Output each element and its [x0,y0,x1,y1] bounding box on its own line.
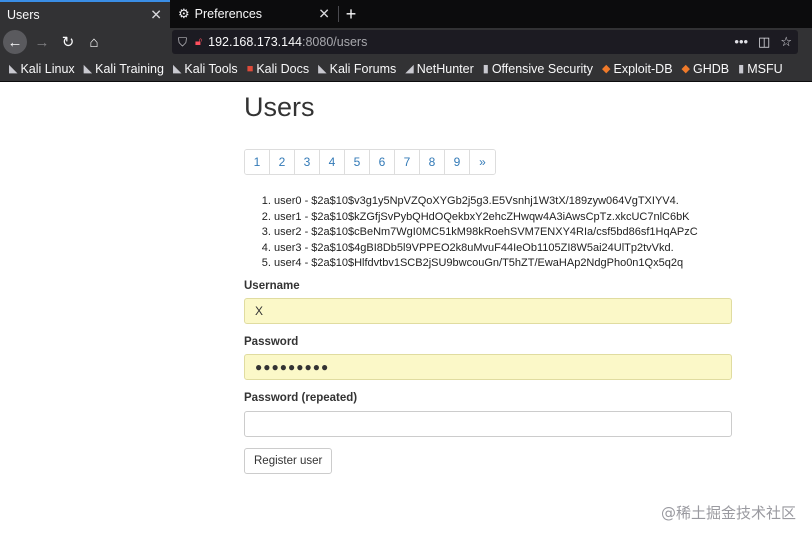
tab-preferences[interactable]: ⚙ Preferences ✕ [170,0,338,28]
shield-icon[interactable]: ⛉ [178,35,187,50]
password-label: Password [244,336,299,348]
page-link-2[interactable]: 2 [270,150,295,174]
bookmark-nethunter[interactable]: ◢ NetHunter [405,62,473,76]
bookmark-label: Kali Training [95,61,164,76]
bookmark-label: Kali Docs [256,61,310,76]
url-bar[interactable]: ⛉ 🔓︎ 192.168.173.144:8080/users ••• ◫ ☆ [172,30,798,54]
page-link-1[interactable]: 1 [245,150,270,174]
bookmarks-toolbar: ◣ Kali Linux ◣ Kali Training ◣ Kali Tools ■… [0,56,812,82]
tab-title: Preferences [194,7,263,21]
page-title: Users [244,92,315,122]
username-label: Username [244,280,300,292]
offsec-icon: ▮ [482,63,489,75]
kali-docs-icon: ■ [246,62,254,75]
password-repeat-label: Password (repeated) [244,392,358,404]
navigation-bar: ← → ↻ ⌂ ⛉ 🔓︎ 192.168.173.144:8080/users … [0,28,812,56]
bookmark-label: Kali Forums [329,61,397,76]
list-item: user1 - $2a$10$kZGfjSvPybQHdOQekbxY2ehcZ… [274,210,698,226]
kali-dragon-icon: ◣ [83,63,93,75]
bookmark-star-icon[interactable]: ☆ [780,34,792,50]
insecure-lock-icon[interactable]: 🔓︎ [195,36,202,49]
bookmark-label: Kali Tools [184,61,238,76]
page-link-3[interactable]: 3 [295,150,320,174]
reload-icon[interactable]: ↻ [57,31,79,53]
list-item: user2 - $2a$10$cBeNm7WgI0MC51kM98kRoehSV… [274,225,698,241]
bookmark-offensive-security[interactable]: ▮ Offensive Security [483,62,593,76]
bookmark-kali-docs[interactable]: ■ Kali Docs [247,62,309,76]
forward-icon[interactable]: → [31,31,53,53]
exploit-db-icon: ◆ [602,63,611,75]
page-link-7[interactable]: 7 [395,150,420,174]
list-item: user4 - $2a$10$Hlfdvtbv1SCB2jSU9bwcouGn/… [274,256,698,272]
password-repeat-input[interactable] [244,411,732,437]
register-user-button[interactable]: Register user [244,448,333,474]
bookmark-kali-linux[interactable]: ◣ Kali Linux [9,62,75,76]
password-input[interactable]: ●●●●●●●●● [244,354,732,380]
close-icon[interactable]: ✕ [318,6,330,23]
url-path: :8080/users [302,35,368,49]
nethunter-icon: ◢ [405,63,414,75]
close-icon[interactable]: ✕ [150,7,162,24]
new-tab-button[interactable]: + [339,0,363,28]
page-link-5[interactable]: 5 [345,150,370,174]
bookmark-label: GHDB [693,61,730,76]
bookmark-label: MSFU [747,61,783,76]
gear-icon: ⚙ [178,6,190,21]
more-actions-icon[interactable]: ••• [734,34,748,50]
user-list: user0 - $2a$10$v3g1y5NpVZQoXYGb2j5g3.E5V… [244,194,698,272]
page-link-9[interactable]: 9 [445,150,470,174]
url-host: 192.168.173.144 [208,35,302,49]
tab-users[interactable]: Users ✕ [0,0,170,28]
page-link-8[interactable]: 8 [420,150,445,174]
bookmark-ghdb[interactable]: ◆ GHDB [682,62,730,76]
list-item: user3 - $2a$10$4gBI8Db5l9VPPEO2k8uMvuF44… [274,241,698,257]
bookmark-msfu[interactable]: ▮ MSFU [738,62,782,76]
bookmark-label: Offensive Security [491,61,594,76]
bookmark-label: Kali Linux [20,61,75,76]
back-icon[interactable]: ← [3,30,27,54]
tab-title: Users [7,8,40,22]
pagination: 1 2 3 4 5 6 7 8 9 » [244,149,496,175]
kali-dragon-icon: ◣ [172,63,182,75]
bookmark-kali-forums[interactable]: ◣ Kali Forums [318,62,396,76]
page-link-4[interactable]: 4 [320,150,345,174]
bookmark-kali-tools[interactable]: ◣ Kali Tools [173,62,238,76]
page-link-6[interactable]: 6 [370,150,395,174]
bookmark-exploit-db[interactable]: ◆ Exploit-DB [602,62,673,76]
username-input[interactable]: X [244,298,732,324]
list-item: user0 - $2a$10$v3g1y5NpVZQoXYGb2j5g3.E5V… [274,194,698,210]
url-actions: ••• ◫ ☆ [734,34,792,50]
bookmark-kali-training[interactable]: ◣ Kali Training [84,62,164,76]
pocket-icon[interactable]: ◫ [758,34,770,50]
bookmark-label: NetHunter [416,61,474,76]
msfu-icon: ▮ [738,63,745,75]
bookmark-label: Exploit-DB [613,61,673,76]
ghdb-icon: ◆ [681,63,690,75]
kali-dragon-icon: ◣ [318,63,327,75]
home-icon[interactable]: ⌂ [83,31,105,53]
tab-bar: Users ✕ ⚙ Preferences ✕ + [0,0,812,28]
page-link-next[interactable]: » [470,150,495,174]
watermark: @稀土掘金技术社区 [660,504,796,522]
kali-dragon-icon: ◣ [9,63,18,75]
